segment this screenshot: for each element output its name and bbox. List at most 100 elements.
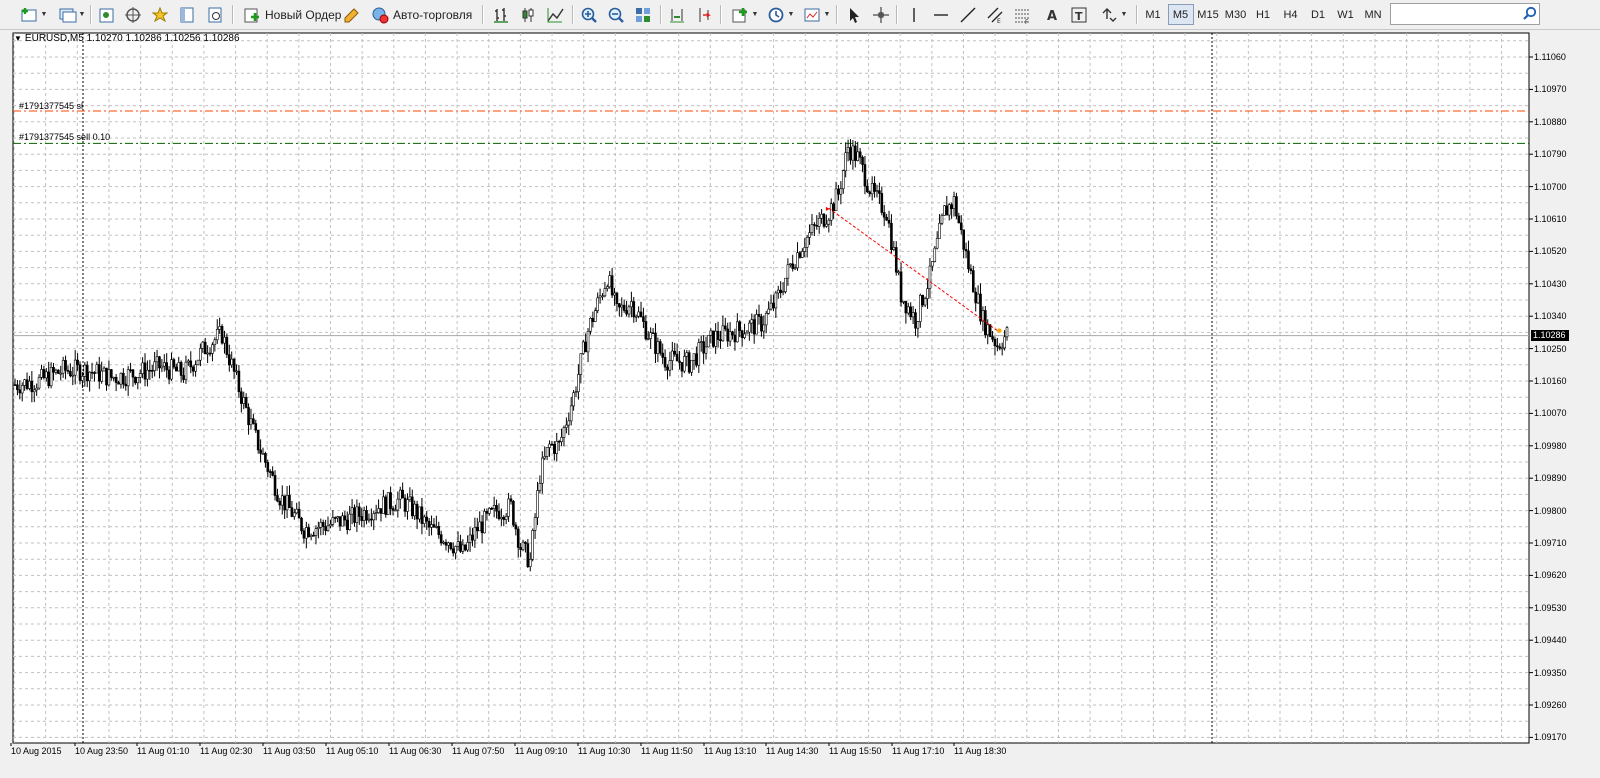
candle-body <box>126 369 130 387</box>
candle-body <box>760 316 763 332</box>
candle-body <box>141 362 144 374</box>
candle-body <box>261 453 265 455</box>
candle-body <box>449 542 453 550</box>
periods-button[interactable]: ▼ <box>763 3 797 26</box>
candle-body <box>899 271 903 303</box>
profiles-button[interactable]: ▼ <box>54 3 88 26</box>
metaeditor-button[interactable] <box>340 3 364 26</box>
timeframe-h4[interactable]: H4 <box>1278 4 1304 25</box>
candle-body <box>545 447 549 457</box>
candle-body <box>418 506 421 520</box>
candle-body <box>837 188 840 195</box>
candle-body <box>519 547 522 550</box>
candle-body <box>372 513 376 521</box>
horizontal-line-icon <box>934 13 948 16</box>
candlestick-button[interactable] <box>516 3 540 26</box>
candle-body <box>615 292 619 304</box>
timeframe-h1[interactable]: H1 <box>1250 4 1276 25</box>
candle-body <box>18 389 22 394</box>
data-window-button[interactable] <box>121 3 145 26</box>
candle-body <box>290 507 294 517</box>
templates-button[interactable]: ▼ <box>799 3 833 26</box>
candle-body <box>468 534 472 543</box>
timeframe-w1[interactable]: W1 <box>1333 4 1359 25</box>
candle-body <box>444 541 448 546</box>
candle-body <box>49 367 53 387</box>
collapse-triangle-icon[interactable]: ▼ <box>14 34 22 43</box>
bar-chart-icon <box>494 7 508 23</box>
candle-body <box>184 361 188 380</box>
line-chart-button[interactable] <box>543 3 567 26</box>
terminal-button[interactable] <box>175 3 199 26</box>
indicators-button[interactable]: ▼ <box>727 3 761 26</box>
candle-body <box>593 310 597 322</box>
price-tick-label: 1.09530 <box>1534 602 1567 613</box>
auto-trading-button[interactable]: Авто-торговля <box>366 3 476 26</box>
navigator-button[interactable] <box>148 3 172 26</box>
text-label-button[interactable]: T <box>1067 3 1091 26</box>
time-tick-label: 10 Aug 2015 <box>11 746 62 756</box>
candle-body <box>916 321 920 329</box>
arrows-button[interactable]: ▼ <box>1096 3 1130 26</box>
candle-body <box>220 326 224 344</box>
candle-body <box>488 507 491 514</box>
candle-body <box>300 517 303 532</box>
new-order-button[interactable]: Новый Ордер <box>238 3 345 26</box>
candle-body <box>620 304 624 308</box>
candle-body <box>16 384 19 391</box>
price-chart[interactable]: ▸ <box>0 30 1600 778</box>
market-watch-button[interactable] <box>94 3 118 26</box>
search-input[interactable] <box>1390 3 1540 25</box>
chart-shift-button[interactable] <box>665 3 689 26</box>
toolbar-separator <box>720 5 722 24</box>
timeframe-m30[interactable]: M30 <box>1223 4 1249 25</box>
candle-body <box>683 356 686 372</box>
toolbar-separator <box>572 5 574 24</box>
candle-body <box>333 517 337 519</box>
candle-body <box>890 222 893 250</box>
cursor-button[interactable] <box>842 3 866 26</box>
candle-body <box>796 252 799 269</box>
equidistant-channel-button[interactable]: E <box>983 3 1007 26</box>
bar-chart-button[interactable] <box>489 3 513 26</box>
candle-body <box>336 516 339 519</box>
trend-line-button[interactable] <box>956 3 980 26</box>
candle-body <box>933 247 937 262</box>
zoom-out-button[interactable] <box>604 3 628 26</box>
timeframe-d1[interactable]: D1 <box>1305 4 1331 25</box>
candle-body <box>490 507 494 510</box>
price-tick-label: 1.10520 <box>1534 246 1567 257</box>
vertical-line-button[interactable] <box>902 3 926 26</box>
candle-body <box>295 508 299 514</box>
tile-windows-button[interactable] <box>631 3 655 26</box>
timeframe-m1[interactable]: M1 <box>1140 4 1166 25</box>
candle-body <box>90 371 94 374</box>
fibonacci-button[interactable]: F <box>1010 3 1034 26</box>
candle-body <box>565 424 568 428</box>
candle-body <box>914 312 917 329</box>
crosshair-icon <box>873 6 889 23</box>
zoom-in-button[interactable] <box>577 3 601 26</box>
timeframe-mn[interactable]: MN <box>1360 4 1386 25</box>
crosshair-button[interactable] <box>869 3 893 26</box>
candle-body <box>13 384 17 386</box>
dropdown-caret-icon: ▼ <box>823 11 831 18</box>
chart-window[interactable]: ▸ ▼ EURUSD,M5 1.10270 1.10286 1.10256 1.1… <box>0 30 1600 778</box>
auto-scroll-button[interactable] <box>692 3 716 26</box>
text-button[interactable]: A <box>1040 3 1064 26</box>
candle-body <box>199 348 202 361</box>
timeframe-m15[interactable]: M15 <box>1195 4 1221 25</box>
new-chart-button[interactable]: ▼ <box>16 3 50 26</box>
terminal-icon <box>180 7 194 22</box>
search-icon[interactable] <box>1522 6 1538 22</box>
candle-body <box>993 339 997 347</box>
candle-body <box>521 541 525 550</box>
candle-body <box>967 250 970 270</box>
horizontal-line-button[interactable] <box>929 3 953 26</box>
timeframe-m5[interactable]: M5 <box>1167 4 1194 25</box>
candle-body <box>646 338 650 340</box>
strategy-tester-button[interactable] <box>203 3 227 26</box>
candle-body <box>105 367 108 386</box>
candle-body <box>309 534 313 538</box>
candle-body <box>461 544 465 552</box>
